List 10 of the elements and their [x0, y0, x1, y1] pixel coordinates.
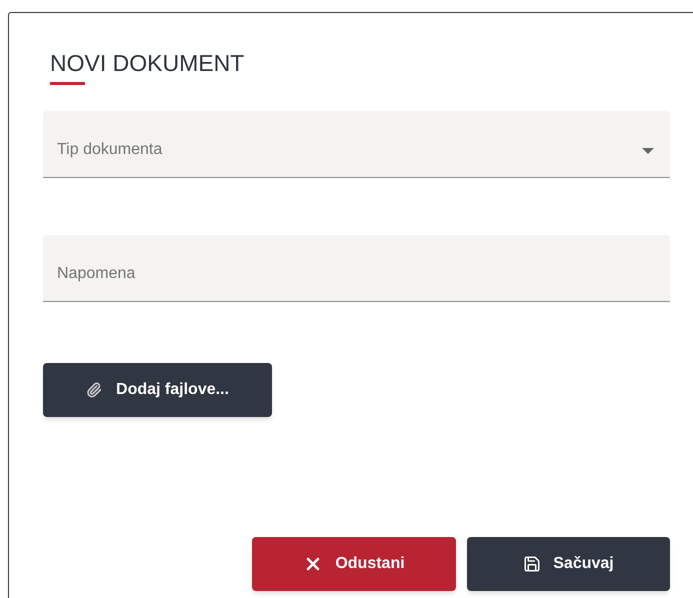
cancel-button[interactable]: Odustani	[252, 537, 456, 591]
dropdown-arrow-icon	[642, 148, 654, 154]
attach-files-button[interactable]: Dodaj fajlove...	[43, 363, 272, 417]
dialog-title: NOVI DOKUMENT	[50, 49, 244, 77]
select-field[interactable]: Tip dokumenta	[43, 111, 670, 178]
save-icon	[523, 555, 542, 573]
input-field[interactable]: Napomena	[43, 235, 670, 302]
title-underline	[50, 82, 85, 85]
paperclip-icon	[86, 382, 102, 398]
save-button[interactable]: Sačuvaj	[467, 537, 670, 591]
